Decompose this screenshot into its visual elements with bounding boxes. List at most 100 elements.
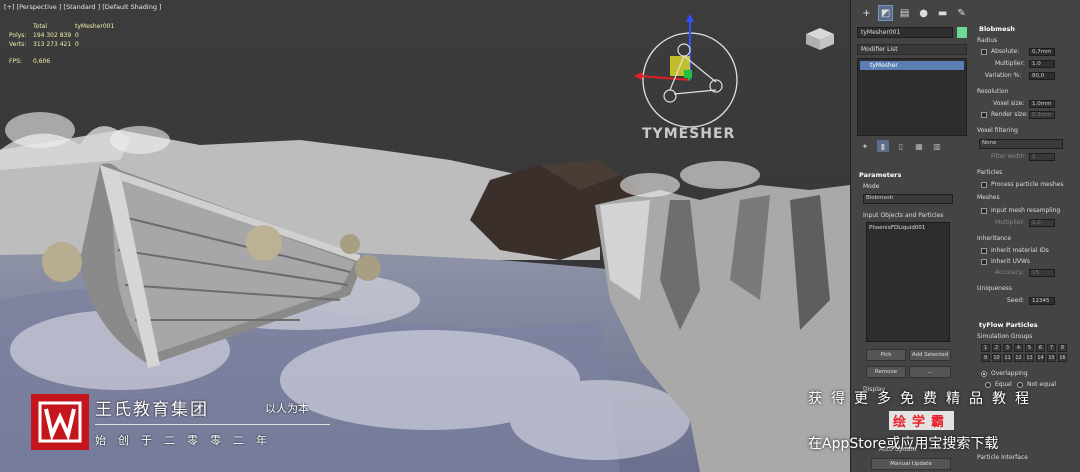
object-color-swatch[interactable]: [957, 27, 967, 38]
variation-label: Variation %:: [985, 72, 1022, 79]
stats-verts-object: 0: [75, 41, 79, 48]
multiplier2-input[interactable]: 1,0: [1029, 219, 1055, 227]
parameters-rollout-title[interactable]: Parameters: [859, 171, 901, 179]
stats-overlay: Total tyMesher001 Polys: 194 302 839 0 Vert…: [9, 22, 114, 66]
inherit-uvws-label: Inherit UVWs: [991, 258, 1031, 265]
plus-icon[interactable]: +: [859, 5, 874, 21]
group-button[interactable]: 2: [992, 344, 1001, 352]
modifier-list-dropdown[interactable]: Modifier List: [857, 44, 967, 55]
resolution-label: Resolution: [977, 88, 1009, 95]
group-button[interactable]: 3: [1003, 344, 1012, 352]
process-particle-meshes-checkbox[interactable]: [981, 182, 987, 188]
inherit-uvws-checkbox[interactable]: [981, 259, 987, 265]
utilities-icon[interactable]: ✎: [954, 5, 969, 21]
promo-line-2: 在AppStore或应用宝搜索下载: [808, 436, 999, 452]
group-button[interactable]: 14: [1036, 354, 1045, 362]
seed-input[interactable]: 12345: [1029, 297, 1055, 305]
brand-divider: [95, 424, 330, 425]
remove-button[interactable]: Remove: [866, 366, 906, 378]
group-button[interactable]: 8: [1058, 344, 1067, 352]
brand-name: 王氏教育集团: [95, 400, 209, 420]
inheritance-label: Inheritance: [977, 235, 1012, 242]
group-button[interactable]: 12: [1014, 354, 1023, 362]
transform-gizmo[interactable]: [628, 12, 748, 132]
add-selected-button[interactable]: Add Selected: [909, 349, 951, 361]
variation-input[interactable]: 80,0: [1029, 72, 1055, 80]
sim-groups-grid: 1 2 3 4 5 6 7 8 9 10 11 12 13 14 15 16: [981, 344, 1067, 362]
brand-slogan: 以人为本: [265, 402, 309, 415]
promo-line-1: 获得更多免费精品教程: [808, 391, 1038, 407]
group-button[interactable]: 5: [1025, 344, 1034, 352]
w-logo-icon: [38, 401, 82, 443]
input-objects-list[interactable]: PhoenixFDLiquid001: [866, 222, 950, 342]
radius-label: Radius: [977, 37, 998, 44]
stats-header-object: tyMesher001: [75, 23, 115, 30]
hierarchy-icon[interactable]: ▤: [897, 5, 912, 21]
ellipsis-button[interactable]: ...: [909, 366, 951, 378]
multiplier2-label: Multiplier:: [995, 219, 1025, 226]
sim-groups-label: Simulation Groups: [977, 333, 1033, 340]
brand-founded: 始创于二零零二年: [95, 434, 279, 447]
group-button[interactable]: 9: [981, 354, 990, 362]
blobmesh-rollout-title[interactable]: Blobmesh: [979, 25, 1015, 33]
show-end-result-icon[interactable]: ▮: [877, 140, 889, 152]
group-button[interactable]: 4: [1014, 344, 1023, 352]
accuracy-input[interactable]: 15: [1029, 269, 1055, 277]
render-size-checkbox[interactable]: [981, 112, 987, 118]
overlapping-radio[interactable]: [981, 371, 987, 377]
make-unique-icon[interactable]: ▯: [895, 140, 907, 152]
group-button[interactable]: 6: [1036, 344, 1045, 352]
absolute-checkbox[interactable]: [981, 49, 987, 55]
multiplier-label: Multiplier:: [995, 60, 1025, 67]
object-name-input[interactable]: tyMesher001: [857, 27, 953, 38]
motion-icon[interactable]: ●: [916, 5, 931, 21]
remove-modifier-icon[interactable]: ▦: [913, 140, 925, 152]
group-button[interactable]: 7: [1047, 344, 1056, 352]
mode-dropdown[interactable]: Blobmesh: [863, 194, 953, 204]
brand-logo: [31, 394, 89, 450]
uniqueness-label: Uniqueness: [977, 285, 1012, 292]
voxel-size-label: Voxel size:: [993, 100, 1025, 107]
inherit-material-ids-checkbox[interactable]: [981, 248, 987, 254]
filter-width-input[interactable]: 1: [1029, 153, 1055, 161]
pin-icon[interactable]: ✦: [859, 140, 871, 152]
group-button[interactable]: 15: [1047, 354, 1056, 362]
group-button[interactable]: 10: [992, 354, 1001, 362]
process-particle-meshes-label: Process particle meshes: [991, 181, 1064, 188]
promo-app-name: 绘学霸: [889, 411, 955, 430]
stats-fps-label: FPS:: [9, 58, 22, 65]
voxel-filtering-label: Voxel filtering: [977, 127, 1018, 134]
group-button[interactable]: 1: [981, 344, 990, 352]
configure-icon[interactable]: ▥: [931, 140, 943, 152]
group-button[interactable]: 13: [1025, 354, 1034, 362]
meshes-label: Meshes: [977, 194, 1000, 201]
viewcube-icon[interactable]: [800, 24, 840, 54]
modify-icon[interactable]: ◩: [877, 5, 894, 21]
tyflow-rollout-title[interactable]: tyFlow Particles: [979, 321, 1038, 329]
particle-interface-label: Particle Interface: [977, 454, 1028, 461]
input-mesh-resampling-checkbox[interactable]: [981, 208, 987, 214]
viewport-label[interactable]: [+] [Perspective ] [Standard ] [Default …: [4, 3, 162, 11]
render-size-input[interactable]: 0,5mm: [1029, 111, 1055, 119]
command-panel-tabs: + ◩ ▤ ● ▬ ✎: [855, 2, 969, 24]
input-objects-label: Input Objects and Particles: [863, 212, 944, 219]
voxel-size-input[interactable]: 1,0mm: [1029, 100, 1055, 108]
voxel-filter-dropdown[interactable]: None: [979, 139, 1063, 149]
inherit-material-ids-label: Inherit material IDs: [991, 247, 1049, 254]
render-size-label: Render size:: [991, 111, 1028, 118]
filter-width-label: Filter width:: [991, 153, 1027, 160]
stats-verts-label: Verts:: [9, 41, 27, 48]
group-button[interactable]: 11: [1003, 354, 1012, 362]
display-icon[interactable]: ▬: [935, 5, 950, 21]
pick-button[interactable]: Pick: [866, 349, 906, 361]
absolute-label: Absolute:: [991, 48, 1020, 55]
multiplier-input[interactable]: 1,0: [1029, 60, 1055, 68]
input-item-phoenix[interactable]: PhoenixFDLiquid001: [869, 225, 925, 231]
stack-item-tymesher[interactable]: tyMesher: [860, 61, 964, 70]
manual-update-button[interactable]: Manual Update: [871, 458, 951, 470]
seed-label: Seed:: [1007, 297, 1025, 304]
stats-polys-label: Polys:: [9, 32, 27, 39]
group-button[interactable]: 16: [1058, 354, 1067, 362]
absolute-input[interactable]: 0,7mm: [1029, 48, 1055, 56]
not-equal-label: Not equal: [1027, 381, 1057, 388]
